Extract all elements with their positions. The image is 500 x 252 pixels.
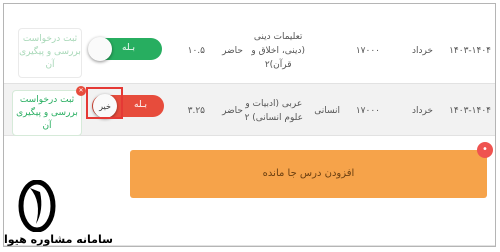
add-missing-course-button[interactable]: افزودن درس جا مانده xyxy=(130,150,487,198)
status-cell: حاضر xyxy=(222,106,243,116)
year-cell: ۱۴۰۳-۱۴۰۴ xyxy=(449,106,491,116)
toggle-label: بـله xyxy=(134,100,147,110)
course-name-line: علوم انسانی) ۲ xyxy=(244,113,303,123)
table-row: ۱۴۰۳-۱۴۰۴ خرداد ۱۷۰۰۰ تعلیمات دینی (دینی… xyxy=(4,4,495,84)
fee-cell: ۱۷۰۰۰ xyxy=(355,106,380,116)
fee-cell: ۱۷۰۰۰ xyxy=(355,46,380,56)
request-review-button[interactable]: ثبت درخواست بررسی و پیگیری آن xyxy=(18,28,82,78)
course-name-cell: عربی (ادبیات و علوم انسانی) ۲ xyxy=(245,97,303,125)
toggle-label: بـله xyxy=(122,43,135,53)
request-button-line: ثبت درخواست xyxy=(22,34,78,44)
highlight-box xyxy=(86,87,123,119)
status-cell: حاضر xyxy=(222,46,243,56)
toggle-knob[interactable] xyxy=(88,37,112,61)
month-cell: خرداد xyxy=(411,46,433,56)
year-cell: ۱۴۰۳-۱۴۰۴ xyxy=(449,46,491,56)
close-icon[interactable]: • xyxy=(477,142,493,158)
request-button-line: ثبت درخواست xyxy=(19,95,75,105)
request-button-line: آن xyxy=(45,60,55,70)
logo-emblem-icon xyxy=(18,179,56,233)
course-name-cell: تعلیمات دینی (دینی، اخلاق و قرآن)۲ xyxy=(251,30,305,72)
request-button-line: آن xyxy=(42,121,52,131)
request-review-button[interactable]: ثبت درخواست بررسی و پیگیری آن xyxy=(12,90,82,136)
grade-cell: ۳.۲۵ xyxy=(187,106,205,116)
month-cell: خرداد xyxy=(411,106,433,116)
course-name-line: عربی (ادبیات و xyxy=(245,99,303,109)
course-name-line: قرآن)۲ xyxy=(264,60,292,70)
objection-toggle[interactable]: بـله xyxy=(88,37,162,61)
course-name-line: تعلیمات دینی xyxy=(253,32,303,42)
grade-cell: ۱۰.۵ xyxy=(187,46,205,56)
request-button-line: بررسی و پیگیری xyxy=(16,108,78,118)
request-button-line: بررسی و پیگیری xyxy=(19,47,81,57)
logo-text: سامانه مشاوره هیوا xyxy=(4,233,113,246)
course-name-line: (دینی، اخلاق و xyxy=(251,46,305,56)
field-cell: انسانی xyxy=(314,106,340,116)
table-row: ۱۴۰۳-۱۴۰۴ خرداد ۱۷۰۰۰ انسانی عربی (ادبیا… xyxy=(4,84,495,136)
close-icon[interactable]: ✕ xyxy=(76,86,86,96)
